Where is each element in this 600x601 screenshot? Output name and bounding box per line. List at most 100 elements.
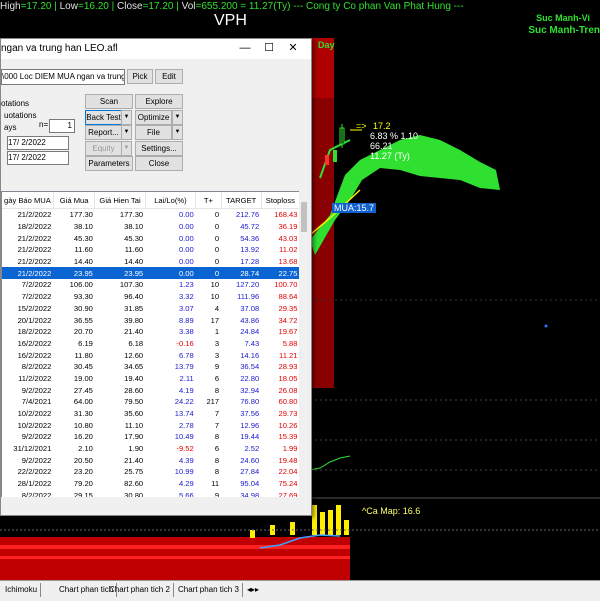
n-input[interactable]: 1 (49, 119, 75, 133)
ty-annotation: 11.27 (Ty) (370, 151, 410, 161)
results-table[interactable]: gày Báo MUA Giá Mua Giá Hien Tai Lai/Lo(… (1, 191, 301, 498)
table-row[interactable]: 28/1/2022 79.20 82.60 4.29 11 95.04 75.24 (2, 478, 300, 490)
table-row[interactable]: 8/2/2022 30.45 34.65 13.79 9 36.54 28.93 (2, 361, 300, 373)
pick-button[interactable]: Pick (127, 69, 153, 84)
cell-date: 7/4/2021 (21, 397, 52, 407)
table-row[interactable]: 21/2/2022 177.30 177.30 0.00 0 212.76 168.43 (2, 209, 300, 221)
cell-stoploss: 28.93 (278, 362, 298, 372)
close-icon[interactable]: ✕ (284, 41, 302, 55)
table-row[interactable]: 21/2/2022 23.95 23.95 0.00 0 28.74 22.75 (2, 267, 300, 280)
vertical-scrollbar[interactable] (299, 191, 309, 498)
cell-t-plus: 217 (206, 397, 220, 407)
close-button[interactable]: Close (135, 156, 183, 171)
pct-annotation: 6.83 % 1.10 (370, 131, 419, 141)
optimize-dropdown-icon[interactable]: ▼ (172, 110, 183, 125)
equity-button[interactable]: Equity (85, 141, 122, 156)
scan-button[interactable]: Scan (85, 94, 133, 109)
maximize-icon[interactable]: ☐ (260, 41, 278, 55)
col-header-target[interactable]: TARGET (221, 192, 262, 209)
table-row[interactable]: 9/2/2022 27.45 28.60 4.19 8 32.94 26.08 (2, 384, 300, 396)
analysis-window[interactable]: ngan va trung han LEO.afl — ☐ ✕ \000 Loc… (0, 38, 312, 516)
cell-current-price: 31.85 (124, 303, 144, 313)
cell-buy-price: 79.20 (73, 479, 93, 489)
table-row[interactable]: 16/2/2022 6.19 6.18 -0.16 3 7.43 5.88 (2, 338, 300, 350)
cell-t-plus: 10 (210, 280, 220, 290)
report-dropdown-icon[interactable]: ▼ (121, 125, 132, 140)
table-row[interactable]: 7/2/2022 93.30 96.40 3.32 10 111.96 88.64 (2, 291, 300, 303)
table-row[interactable]: 18/2/2022 38.10 38.10 0.00 0 45.72 36.19 (2, 221, 300, 233)
explore-button[interactable]: Explore (135, 94, 183, 109)
table-row[interactable]: 7/4/2021 64.00 79.50 24.22 217 76.80 60.80 (2, 396, 300, 408)
cell-profit-loss: 10.49 (174, 432, 194, 442)
cell-target: 24.84 (240, 327, 260, 337)
cell-stoploss: 34.72 (278, 315, 298, 325)
formula-path-input[interactable]: \000 Loc DIEM MUA ngan va trung han (1, 69, 125, 85)
col-header-stoploss[interactable]: Stoploss (261, 192, 300, 209)
report-button[interactable]: Report... (85, 125, 122, 140)
cell-target: 19.44 (240, 432, 260, 442)
from-date-input[interactable]: 17/ 2/2022 (7, 136, 69, 150)
tab-nav-icons[interactable]: ◂▸▸ (244, 583, 262, 597)
col-header-profit-loss[interactable]: Lai/Lo(%) (145, 192, 197, 209)
table-row[interactable]: 22/2/2022 23.20 25.75 10.99 8 27.84 22.04 (2, 466, 300, 478)
cell-current-price: 1.90 (128, 444, 144, 454)
cell-date: 10/2/2022 (17, 409, 52, 419)
col-header-date[interactable]: gày Báo MUA (2, 192, 54, 209)
back-test-button[interactable]: Back Test (85, 110, 122, 125)
range-quotations-label: uotations (4, 111, 37, 120)
tab-ichimoku[interactable]: Ichimoku (2, 583, 42, 597)
window-title: ngan va trung han LEO.afl (1, 43, 118, 54)
cell-current-price: 38.10 (124, 222, 144, 232)
equity-dropdown-icon[interactable]: ▼ (121, 141, 132, 156)
table-row[interactable]: 10/2/2022 31.30 35.60 13.74 7 37.56 29.73 (2, 408, 300, 420)
table-row[interactable]: 9/2/2022 20.50 21.40 4.39 8 24.60 19.48 (2, 454, 300, 466)
table-row[interactable]: 7/2/2022 106.00 107.30 1.23 10 127.20 100.70 (2, 279, 300, 291)
table-row[interactable]: 11/2/2022 19.00 19.40 2.11 6 22.80 18.05 (2, 373, 300, 385)
back-test-dropdown-icon[interactable]: ▼ (121, 110, 132, 125)
tab-chart-phan-tich-3[interactable]: Chart phan tich 3 (175, 583, 243, 597)
col-header-t-plus[interactable]: T+ (195, 192, 222, 209)
cell-buy-price: 19.00 (73, 373, 93, 383)
table-row[interactable]: 10/2/2022 10.80 11.10 2.78 7 12.96 10.26 (2, 419, 300, 431)
tab-chart-phan-tich-2[interactable]: Chart phan tich 2 (106, 583, 174, 597)
table-row[interactable]: 18/2/2022 20.70 21.40 3.38 1 24.84 19.67 (2, 326, 300, 338)
cell-current-price: 96.40 (124, 292, 144, 302)
window-titlebar[interactable]: ngan va trung han LEO.afl — ☐ ✕ (1, 39, 311, 59)
settings-button[interactable]: Settings... (135, 141, 183, 156)
cell-profit-loss: 0.00 (178, 233, 194, 243)
cell-t-plus: 3 (214, 338, 220, 348)
edit-button[interactable]: Edit (155, 69, 183, 84)
vol-ty: 11.27(Ty) (248, 1, 291, 12)
table-row[interactable]: 21/2/2022 11.60 11.60 0.00 0 13.92 11.02 (2, 244, 300, 256)
table-row[interactable]: 15/2/2022 30.90 31.85 3.07 4 37.08 29.35 (2, 303, 300, 315)
table-row[interactable]: 31/12/2021 2.10 1.90 -9.52 6 2.52 1.99 (2, 443, 300, 455)
cell-stoploss: 19.67 (278, 327, 298, 337)
table-row[interactable]: 21/2/2022 45.30 45.30 0.00 0 54.36 43.03 (2, 232, 300, 244)
cell-current-price: 35.60 (124, 409, 144, 419)
optimize-button[interactable]: Optimize (135, 110, 172, 125)
cell-target: 14.16 (240, 350, 260, 360)
suc-manh-label-2: Suc Manh-Tren (528, 25, 600, 36)
scrollbar-thumb[interactable] (301, 202, 307, 232)
table-row[interactable]: 21/2/2022 14.40 14.40 0.00 0 17.28 13.68 (2, 256, 300, 268)
cell-target: 54.36 (240, 233, 260, 243)
parameters-button[interactable]: Parameters (85, 156, 133, 171)
table-row[interactable]: 16/2/2022 11.80 12.60 6.78 3 14.16 11.21 (2, 349, 300, 361)
table-row[interactable]: 20/1/2022 36.55 39.80 8.89 17 43.86 34.72 (2, 314, 300, 326)
cell-buy-price: 31.30 (73, 409, 93, 419)
col-header-current-price[interactable]: Giá Hien Tai (94, 192, 146, 209)
col-header-buy-price[interactable]: Giá Mua (53, 192, 96, 209)
cell-target: 22.80 (240, 373, 260, 383)
cell-date: 9/2/2022 (21, 455, 52, 465)
file-dropdown-icon[interactable]: ▼ (172, 125, 183, 140)
cell-profit-loss: 13.79 (174, 362, 194, 372)
horizontal-scrollbar[interactable] (1, 497, 299, 509)
cell-current-price: 39.80 (124, 315, 144, 325)
cell-target: 111.96 (237, 292, 260, 302)
minimize-icon[interactable]: — (236, 41, 254, 55)
file-button[interactable]: File (135, 125, 172, 140)
cell-t-plus: 6 (214, 373, 220, 383)
cell-profit-loss: -9.52 (176, 444, 194, 454)
table-row[interactable]: 9/2/2022 16.20 17.90 10.49 8 19.44 15.39 (2, 431, 300, 443)
to-date-input[interactable]: 17/ 2/2022 (7, 151, 69, 165)
